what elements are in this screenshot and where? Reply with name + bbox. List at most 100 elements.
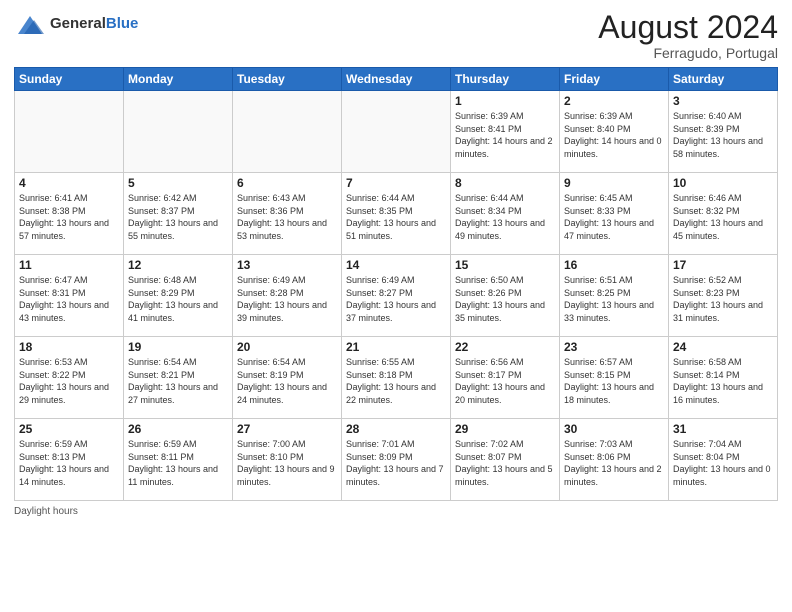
day-info: Sunrise: 6:39 AMSunset: 8:40 PMDaylight:… (564, 110, 664, 160)
day-info: Sunrise: 6:57 AMSunset: 8:15 PMDaylight:… (564, 356, 664, 406)
weekday-header-saturday: Saturday (669, 68, 778, 91)
day-info: Sunrise: 6:51 AMSunset: 8:25 PMDaylight:… (564, 274, 664, 324)
day-info: Sunrise: 7:03 AMSunset: 8:06 PMDaylight:… (564, 438, 664, 488)
daylight-label: Daylight hours (14, 506, 78, 517)
day-number: 21 (346, 340, 446, 354)
day-info: Sunrise: 7:00 AMSunset: 8:10 PMDaylight:… (237, 438, 337, 488)
day-info: Sunrise: 6:54 AMSunset: 8:19 PMDaylight:… (237, 356, 337, 406)
calendar-cell-7: 7 Sunrise: 6:44 AMSunset: 8:35 PMDaylight… (342, 173, 451, 255)
calendar-cell-20: 20 Sunrise: 6:54 AMSunset: 8:19 PMDayligh… (233, 337, 342, 419)
day-info: Sunrise: 6:44 AMSunset: 8:34 PMDaylight:… (455, 192, 555, 242)
day-info: Sunrise: 6:59 AMSunset: 8:13 PMDaylight:… (19, 438, 119, 488)
calendar-cell-14: 14Sunrise: 6:49 AMSunset: 8:27 PMDayligh… (342, 255, 451, 337)
day-number: 7 (346, 176, 446, 190)
logo-text: GeneralBlue (50, 16, 138, 33)
calendar-week-2: 4 Sunrise: 6:41 AMSunset: 8:38 PMDaylight… (15, 173, 778, 255)
day-info: Sunrise: 6:45 AMSunset: 8:33 PMDaylight:… (564, 192, 664, 242)
day-number: 23 (564, 340, 664, 354)
day-number: 2 (564, 94, 664, 108)
day-number: 28 (346, 422, 446, 436)
title-block: August 2024 Ferragudo, Portugal (598, 10, 778, 61)
weekday-header-friday: Friday (560, 68, 669, 91)
calendar-cell-26: 26 Sunrise: 6:59 AMSunset: 8:11 PMDayligh… (124, 419, 233, 501)
day-number: 13 (237, 258, 337, 272)
day-info: Sunrise: 6:58 AMSunset: 8:14 PMDaylight:… (673, 356, 773, 406)
calendar-cell-30: 30 Sunrise: 7:03 AMSunset: 8:06 PMDayligh… (560, 419, 669, 501)
calendar-cell-4: 4 Sunrise: 6:41 AMSunset: 8:38 PMDaylight… (15, 173, 124, 255)
day-info: Sunrise: 7:04 AMSunset: 8:04 PMDaylight:… (673, 438, 773, 488)
day-info: Sunrise: 6:49 AMSunset: 8:27 PMDaylight:… (346, 274, 446, 324)
header: GeneralBlue August 2024 Ferragudo, Portu… (14, 10, 778, 61)
calendar-cell-12: 12Sunrise: 6:48 AMSunset: 8:29 PMDayligh… (124, 255, 233, 337)
calendar-cell-3: 3Sunrise: 6:40 AMSunset: 8:39 PMDaylight… (669, 91, 778, 173)
calendar-week-5: 25 Sunrise: 6:59 AMSunset: 8:13 PMDayligh… (15, 419, 778, 501)
calendar-week-3: 11 Sunrise: 6:47 AMSunset: 8:31 PMDayligh… (15, 255, 778, 337)
logo-icon (14, 10, 46, 38)
calendar-cell-8: 8 Sunrise: 6:44 AMSunset: 8:34 PMDaylight… (451, 173, 560, 255)
calendar-week-1: 1 Sunrise: 6:39 AMSunset: 8:41 PMDaylight… (15, 91, 778, 173)
day-number: 22 (455, 340, 555, 354)
day-info: Sunrise: 6:52 AMSunset: 8:23 PMDaylight:… (673, 274, 773, 324)
calendar-cell-21: 21 Sunrise: 6:55 AMSunset: 8:18 PMDayligh… (342, 337, 451, 419)
month-year: August 2024 (598, 10, 778, 45)
day-info: Sunrise: 6:43 AMSunset: 8:36 PMDaylight:… (237, 192, 337, 242)
weekday-header-row: SundayMondayTuesdayWednesdayThursdayFrid… (15, 68, 778, 91)
day-info: Sunrise: 6:48 AMSunset: 8:29 PMDaylight:… (128, 274, 228, 324)
calendar-table: SundayMondayTuesdayWednesdayThursdayFrid… (14, 67, 778, 501)
calendar-cell-22: 22 Sunrise: 6:56 AMSunset: 8:17 PMDayligh… (451, 337, 560, 419)
calendar-cell-23: 23 Sunrise: 6:57 AMSunset: 8:15 PMDayligh… (560, 337, 669, 419)
day-number: 18 (19, 340, 119, 354)
day-number: 4 (19, 176, 119, 190)
day-info: Sunrise: 7:01 AMSunset: 8:09 PMDaylight:… (346, 438, 446, 488)
day-number: 8 (455, 176, 555, 190)
day-info: Sunrise: 7:02 AMSunset: 8:07 PMDaylight:… (455, 438, 555, 488)
calendar-cell-28: 28 Sunrise: 7:01 AMSunset: 8:09 PMDayligh… (342, 419, 451, 501)
day-number: 31 (673, 422, 773, 436)
calendar-cell-24: 24Sunrise: 6:58 AMSunset: 8:14 PMDayligh… (669, 337, 778, 419)
calendar-week-4: 18 Sunrise: 6:53 AMSunset: 8:22 PMDayligh… (15, 337, 778, 419)
day-number: 10 (673, 176, 773, 190)
day-number: 3 (673, 94, 773, 108)
calendar-cell-29: 29 Sunrise: 7:02 AMSunset: 8:07 PMDayligh… (451, 419, 560, 501)
weekday-header-monday: Monday (124, 68, 233, 91)
day-info: Sunrise: 6:47 AMSunset: 8:31 PMDaylight:… (19, 274, 119, 324)
calendar-cell-empty (15, 91, 124, 173)
day-number: 9 (564, 176, 664, 190)
calendar-cell-13: 13Sunrise: 6:49 AMSunset: 8:28 PMDayligh… (233, 255, 342, 337)
day-info: Sunrise: 6:56 AMSunset: 8:17 PMDaylight:… (455, 356, 555, 406)
day-info: Sunrise: 6:59 AMSunset: 8:11 PMDaylight:… (128, 438, 228, 488)
logo: GeneralBlue (14, 10, 138, 38)
day-info: Sunrise: 6:39 AMSunset: 8:41 PMDaylight:… (455, 110, 555, 160)
day-number: 5 (128, 176, 228, 190)
calendar-cell-25: 25 Sunrise: 6:59 AMSunset: 8:13 PMDayligh… (15, 419, 124, 501)
day-number: 15 (455, 258, 555, 272)
day-info: Sunrise: 6:54 AMSunset: 8:21 PMDaylight:… (128, 356, 228, 406)
location: Ferragudo, Portugal (598, 45, 778, 61)
day-info: Sunrise: 6:44 AMSunset: 8:35 PMDaylight:… (346, 192, 446, 242)
day-info: Sunrise: 6:53 AMSunset: 8:22 PMDaylight:… (19, 356, 119, 406)
day-number: 1 (455, 94, 555, 108)
day-info: Sunrise: 6:55 AMSunset: 8:18 PMDaylight:… (346, 356, 446, 406)
calendar-cell-1: 1 Sunrise: 6:39 AMSunset: 8:41 PMDaylight… (451, 91, 560, 173)
day-number: 6 (237, 176, 337, 190)
day-number: 11 (19, 258, 119, 272)
day-number: 26 (128, 422, 228, 436)
day-number: 20 (237, 340, 337, 354)
day-number: 17 (673, 258, 773, 272)
calendar-cell-27: 27Sunrise: 7:00 AMSunset: 8:10 PMDayligh… (233, 419, 342, 501)
weekday-header-wednesday: Wednesday (342, 68, 451, 91)
calendar-cell-17: 17 Sunrise: 6:52 AMSunset: 8:23 PMDayligh… (669, 255, 778, 337)
calendar-cell-11: 11 Sunrise: 6:47 AMSunset: 8:31 PMDayligh… (15, 255, 124, 337)
logo-general: General (50, 15, 106, 32)
calendar-cell-18: 18 Sunrise: 6:53 AMSunset: 8:22 PMDayligh… (15, 337, 124, 419)
calendar-cell-6: 6 Sunrise: 6:43 AMSunset: 8:36 PMDaylight… (233, 173, 342, 255)
calendar-cell-10: 10Sunrise: 6:46 AMSunset: 8:32 PMDayligh… (669, 173, 778, 255)
day-number: 30 (564, 422, 664, 436)
weekday-header-thursday: Thursday (451, 68, 560, 91)
day-number: 25 (19, 422, 119, 436)
day-number: 29 (455, 422, 555, 436)
day-info: Sunrise: 6:41 AMSunset: 8:38 PMDaylight:… (19, 192, 119, 242)
calendar-cell-2: 2 Sunrise: 6:39 AMSunset: 8:40 PMDaylight… (560, 91, 669, 173)
logo-blue: Blue (106, 15, 139, 32)
calendar-cell-15: 15Sunrise: 6:50 AMSunset: 8:26 PMDayligh… (451, 255, 560, 337)
